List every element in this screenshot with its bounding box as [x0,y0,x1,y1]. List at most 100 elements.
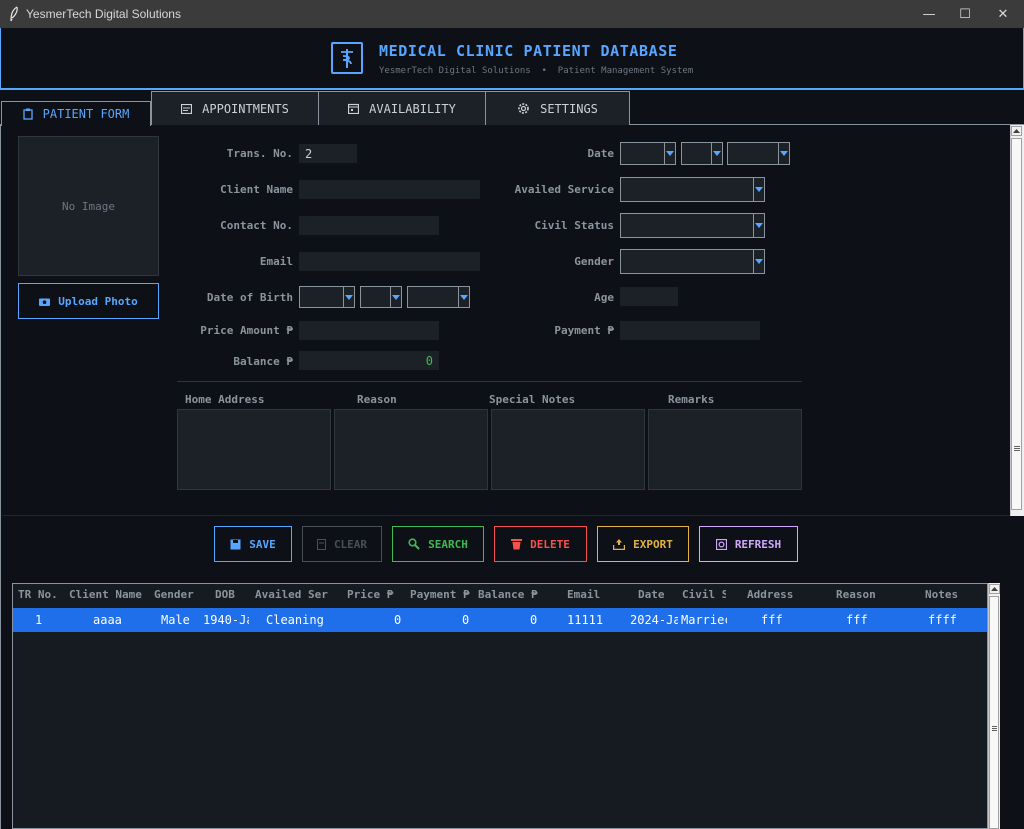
remarks-textarea[interactable] [648,409,802,490]
table-cell: 0 [530,613,538,627]
delete-button[interactable]: DELETE [494,526,587,562]
window-titlebar: YesmerTech Digital Solutions — ☐ ✕ [0,0,1024,28]
column-header[interactable]: Reason [836,588,882,601]
price-amount-input[interactable] [299,321,439,340]
column-header[interactable]: Availed Ser [255,588,333,601]
reason-textarea[interactable] [334,409,488,490]
dob-month-select[interactable] [299,286,344,308]
client-name-label: Client Name [220,183,293,196]
table-cell: ffff [928,613,957,627]
column-header[interactable]: Balance ₱ [478,588,540,601]
special-notes-textarea[interactable] [491,409,645,490]
home-address-textarea[interactable] [177,409,331,490]
date-label: Date [587,147,615,160]
email-input[interactable] [299,252,480,271]
column-header[interactable]: TR No. [18,588,63,601]
section-separator [2,515,1010,516]
table-cell: 1940-Ja [203,613,249,627]
email-label: Email [259,255,293,268]
chevron-down-icon[interactable] [711,142,723,165]
clear-button[interactable]: CLEAR [302,526,382,562]
column-header[interactable]: Payment ₱ [410,588,471,601]
chevron-down-icon[interactable] [390,286,402,308]
form-separator [177,381,802,382]
balance-input[interactable] [299,351,439,370]
dob-year-select[interactable] [407,286,459,308]
client-name-input[interactable] [299,180,480,199]
scroll-thumb[interactable] [1011,138,1022,510]
table-cell: 2024-Ja [630,613,678,627]
column-header[interactable]: Email [567,588,607,601]
dob-label: Date of Birth [206,291,293,304]
table-cell: 1 [35,613,43,627]
date-day-select[interactable] [681,142,712,165]
tab-appointments[interactable]: APPOINTMENTS [151,91,319,125]
export-button[interactable]: EXPORT [597,526,689,562]
balance-label: Balance ₱ [233,355,293,368]
dob-day-select[interactable] [360,286,391,308]
gender-select[interactable] [620,249,754,274]
chevron-down-icon[interactable] [753,249,765,274]
table-cell: 0 [462,613,470,627]
calendar-icon [348,103,360,114]
payment-label: Payment ₱ [554,324,614,337]
civil-status-select[interactable] [620,213,754,238]
app-title: MEDICAL CLINIC PATIENT DATABASE [379,42,678,60]
reason-label: Reason [357,393,397,406]
date-year-select[interactable] [727,142,779,165]
tab-settings[interactable]: SETTINGS [485,91,630,125]
payment-input[interactable] [620,321,760,340]
column-header[interactable]: Date [638,588,670,601]
save-button[interactable]: SAVE [214,526,292,562]
refresh-button[interactable]: REFRESH [699,526,798,562]
tab-label: APPOINTMENTS [202,101,289,116]
app-subtitle: YesmerTech Digital Solutions • Patient M… [379,66,694,76]
table-cell: fff [761,613,783,627]
date-month-select[interactable] [620,142,665,165]
search-button[interactable]: SEARCH [392,526,484,562]
tab-label: SETTINGS [540,101,598,116]
column-header[interactable]: Civil S [682,588,726,601]
card-icon [181,103,193,114]
chevron-down-icon[interactable] [343,286,355,308]
scroll-up-arrow[interactable] [989,584,1000,594]
column-header[interactable]: Notes [925,588,961,601]
column-header[interactable]: Address [747,588,799,601]
clipboard-icon [22,108,33,120]
scroll-up-arrow[interactable] [1011,126,1022,136]
column-header[interactable]: Client Name [69,588,149,601]
upload-photo-label: Upload Photo [58,294,138,308]
upload-photo-button[interactable]: Upload Photo [18,283,159,319]
floppy-icon [230,539,241,549]
table-cell: aaaa [93,613,122,627]
camera-icon [39,298,51,306]
chevron-down-icon[interactable] [458,286,470,308]
column-header[interactable]: Price ₱ [347,588,396,601]
window-title: YesmerTech Digital Solutions [26,7,181,21]
chevron-down-icon[interactable] [753,213,765,238]
availed-service-select[interactable] [620,177,754,202]
age-input[interactable] [620,287,678,306]
column-header[interactable]: DOB [215,588,245,601]
contact-no-input[interactable] [299,216,439,235]
column-header[interactable]: Gender [154,588,200,601]
chevron-down-icon[interactable] [664,142,676,165]
table-cell: 0 [394,613,402,627]
save-label: SAVE [249,537,276,551]
trash-icon [511,539,523,550]
clear-label: CLEAR [333,537,368,551]
gender-label: Gender [574,255,614,268]
chevron-down-icon[interactable] [778,142,790,165]
scroll-thumb[interactable] [989,596,999,829]
remarks-label: Remarks [668,393,715,406]
trans-no-input[interactable] [299,144,357,163]
table-cell: fff [846,613,868,627]
chevron-down-icon[interactable] [753,177,765,202]
table-row[interactable] [13,608,987,632]
photo-preview: No Image [18,136,159,276]
close-button[interactable]: ✕ [980,0,1024,28]
home-address-label: Home Address [185,393,265,406]
tab-availability[interactable]: AVAILABILITY [318,91,486,125]
tab-patient-form[interactable]: PATIENT FORM [1,101,151,126]
tab-label: PATIENT FORM [42,107,130,121]
